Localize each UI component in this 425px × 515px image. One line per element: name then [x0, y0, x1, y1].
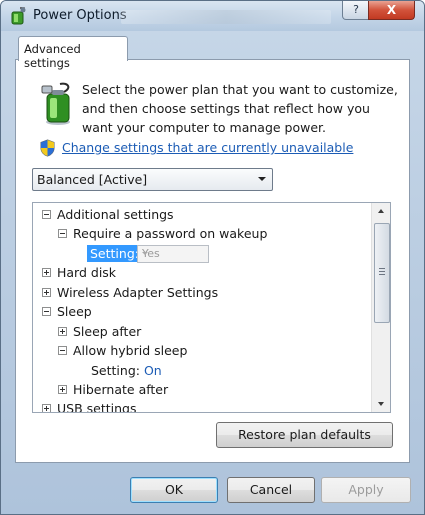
collapse-icon[interactable] [42, 307, 51, 316]
setting-label: Setting: [91, 363, 140, 378]
tree-node-wireless[interactable]: Wireless Adapter Settings [42, 283, 218, 302]
tree-node-hybrid-sleep[interactable]: Allow hybrid sleep [58, 341, 187, 360]
require-password-select[interactable]: Yes [137, 245, 209, 263]
tree-setting-hybrid-sleep[interactable]: Setting: On [91, 361, 162, 380]
expand-icon[interactable] [42, 404, 51, 412]
tree-label: Require a password on wakeup [73, 226, 268, 241]
expand-icon[interactable] [42, 268, 51, 277]
tree-node-sleep-after[interactable]: Sleep after [58, 322, 141, 341]
advanced-settings-panel: Select the power plan that you want to c… [15, 59, 410, 463]
collapse-icon[interactable] [42, 210, 51, 219]
collapse-icon[interactable] [58, 346, 67, 355]
tree-label: Sleep after [73, 324, 142, 339]
setting-label-selected: Setting: [87, 245, 142, 262]
tree-setting-require-password[interactable]: Setting: Yes [87, 244, 287, 263]
tree-node-sleep[interactable]: Sleep [42, 302, 92, 321]
restore-defaults-button[interactable]: Restore plan defaults [216, 422, 393, 448]
title-bar[interactable]: Power Options ? X [1, 1, 424, 31]
power-plan-icon [11, 7, 26, 25]
expand-icon[interactable] [58, 385, 67, 394]
background-breadcrumb-blur [121, 10, 331, 24]
tree-node-require-password[interactable]: Require a password on wakeup [58, 224, 267, 243]
grip-icon [379, 268, 385, 275]
expand-icon[interactable] [42, 288, 51, 297]
tree-label: Hibernate after [73, 382, 169, 397]
tree-node-hibernate-after[interactable]: Hibernate after [58, 380, 168, 399]
close-button[interactable]: X [368, 1, 415, 20]
power-options-window: Power Options ? X Advanced settings Sele… [0, 0, 425, 515]
apply-button[interactable]: Apply [321, 477, 411, 503]
power-plan-dropdown[interactable]: Balanced [Active] [32, 168, 273, 191]
tree-node-hard-disk[interactable]: Hard disk [42, 263, 116, 282]
help-button[interactable]: ? [342, 1, 370, 20]
window-title: Power Options [33, 8, 127, 23]
uac-shield-icon [40, 139, 55, 157]
tab-label: Advanced settings [24, 42, 81, 70]
tree-label: Allow hybrid sleep [73, 343, 188, 358]
power-plan-value: Balanced [Active] [37, 172, 148, 187]
expand-icon[interactable] [58, 327, 67, 336]
settings-tree[interactable]: Additional settings Require a password o… [32, 202, 391, 413]
cancel-button[interactable]: Cancel [227, 477, 315, 503]
chevron-down-icon [258, 177, 266, 181]
collapse-icon[interactable] [58, 229, 67, 238]
tree-label: Hard disk [57, 265, 117, 280]
tab-advanced-settings[interactable]: Advanced settings [18, 36, 128, 70]
ok-button[interactable]: OK [130, 477, 218, 503]
change-settings-link[interactable]: Change settings that are currently unava… [62, 140, 353, 155]
tree-label: Sleep [57, 304, 92, 319]
tree-label: Additional settings [57, 207, 174, 222]
intro-text: Select the power plan that you want to c… [82, 82, 398, 135]
scroll-up-arrow-icon[interactable] [372, 203, 390, 220]
tree-scrollbar[interactable] [371, 203, 390, 412]
battery-plug-icon [41, 82, 70, 125]
scrollbar-thumb[interactable] [374, 223, 390, 323]
chevron-down-icon [142, 252, 148, 255]
tree-label: Wireless Adapter Settings [57, 285, 219, 300]
tree-label: USB settings [57, 401, 137, 412]
scroll-down-arrow-icon[interactable] [372, 395, 390, 412]
tree-node-usb[interactable]: USB settings [42, 399, 136, 412]
tree-node-additional-settings[interactable]: Additional settings [42, 205, 174, 224]
settings-tree-content: Additional settings Require a password o… [33, 203, 371, 412]
hybrid-sleep-value[interactable]: On [144, 363, 162, 378]
